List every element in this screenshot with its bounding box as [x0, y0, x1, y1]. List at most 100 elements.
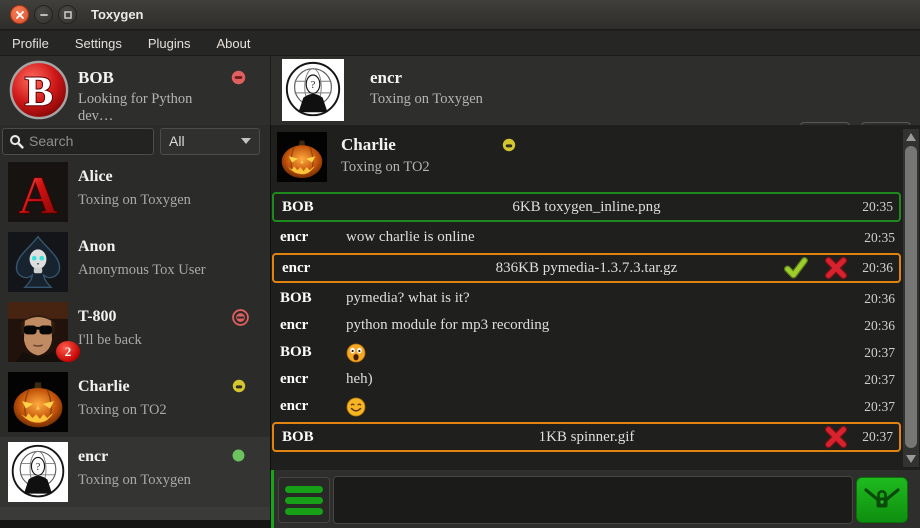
hamburger-icon: [285, 497, 323, 504]
charlie-avatar: [277, 132, 327, 182]
message-text: pymedia? what is it?: [346, 290, 864, 307]
composer-bar: [271, 470, 920, 528]
smiling-emoji-icon: [346, 397, 366, 417]
contact-name: encr: [78, 448, 108, 466]
message-input[interactable]: [333, 476, 853, 524]
message-row: encr 20:37: [272, 393, 901, 420]
message-sender: BOB: [282, 199, 348, 216]
message-time: 20:35: [864, 230, 895, 246]
contact-status-message: Toxing on Toxygen: [78, 472, 191, 489]
message-time: 20:35: [862, 199, 893, 215]
close-button[interactable]: [10, 5, 29, 24]
close-icon: [15, 10, 25, 20]
encr-avatar: ?: [8, 442, 68, 502]
message-text: heh): [346, 371, 864, 388]
contact-status-message: I'll be back: [78, 332, 142, 349]
svg-text:A: A: [18, 166, 57, 222]
send-button[interactable]: [856, 477, 908, 523]
message-sender: encr: [280, 371, 346, 388]
contact-name: T-800: [78, 308, 117, 326]
contact-filter-value: All: [169, 133, 185, 149]
menu-profile[interactable]: Profile: [12, 36, 49, 51]
sidebar-footer-gap: [0, 520, 270, 528]
scrollbar-thumb[interactable]: [905, 146, 917, 448]
hamburger-icon: [285, 508, 323, 515]
contact-name: Charlie: [78, 378, 130, 396]
sidebar-footer-strip: [0, 507, 270, 520]
contact-row-alice[interactable]: A Alice Toxing on Toxygen: [0, 157, 270, 227]
scroll-up-arrow-icon[interactable]: [906, 133, 916, 141]
maximize-button[interactable]: [58, 5, 77, 24]
message-sender: encr: [280, 229, 346, 246]
header: B BOB Looking for Python dev… ? encr Tox…: [0, 56, 920, 125]
chevron-down-icon: [241, 138, 251, 144]
search-input[interactable]: [29, 133, 144, 149]
banner-contact-name: Charlie: [341, 135, 396, 155]
toxygen-window: Toxygen Profile Settings Plugins About B…: [0, 0, 920, 528]
peer-status-message: Toxing on Toxygen: [370, 91, 630, 108]
message-time: 20:36: [864, 291, 895, 307]
hamburger-icon: [285, 486, 323, 493]
alice-avatar: A: [8, 162, 68, 222]
contact-list: A Alice Toxing on Toxygen Anon Anonymous…: [0, 157, 270, 507]
titlebar: Toxygen: [0, 0, 920, 30]
contact-status-message: Toxing on Toxygen: [78, 192, 191, 209]
contact-status-message: Anonymous Tox User: [78, 262, 206, 279]
splitter-handle[interactable]: [271, 470, 274, 528]
contact-filter-dropdown[interactable]: All: [160, 128, 260, 155]
busy-status-icon: [232, 309, 249, 326]
menu-about[interactable]: About: [216, 36, 250, 51]
message-sender: encr: [280, 317, 346, 334]
busy-status-icon: [231, 70, 246, 85]
file-transfer-row: encr 836KB pymedia-1.3.7.3.tar.gz 20:36: [272, 253, 901, 283]
message-text: [346, 397, 864, 417]
banner-status-message: Toxing on TO2: [341, 159, 516, 176]
minimize-button[interactable]: [34, 5, 53, 24]
svg-text:?: ?: [36, 462, 41, 473]
chat-menu-button[interactable]: [278, 477, 330, 523]
message-row: encr heh) 20:37: [272, 366, 901, 393]
message-row: encr python module for mp3 recording 20:…: [272, 312, 901, 339]
unread-count-badge: 2: [56, 341, 80, 362]
peer-name: encr: [370, 68, 630, 88]
peer-avatar[interactable]: ?: [282, 59, 344, 121]
accept-transfer-button[interactable]: [782, 256, 810, 280]
chat-scrollbar[interactable]: [903, 129, 919, 467]
contact-row-charlie[interactable]: Charlie Toxing on TO2: [0, 367, 270, 437]
contact-row-encr[interactable]: ? encr Toxing on Toxygen: [0, 437, 270, 507]
cancel-transfer-button[interactable]: [824, 425, 848, 449]
scroll-down-arrow-icon[interactable]: [906, 455, 916, 463]
contact-name: Alice: [78, 168, 113, 186]
contact-row-anon[interactable]: Anon Anonymous Tox User: [0, 227, 270, 297]
message-sender: BOB: [280, 290, 346, 307]
self-avatar[interactable]: B: [8, 59, 70, 121]
window-title: Toxygen: [91, 7, 144, 22]
contact-status-message: Toxing on TO2: [78, 402, 167, 419]
search-row: All: [0, 125, 270, 157]
message-row: BOB 20:37: [272, 339, 901, 366]
message-time: 20:37: [864, 399, 895, 415]
contact-name: Anon: [78, 238, 115, 256]
message-sender: BOB: [280, 344, 346, 361]
menubar: Profile Settings Plugins About: [0, 31, 920, 56]
shocked-emoji-icon: [346, 343, 366, 363]
self-status-message: Looking for Python dev…: [78, 91, 228, 125]
chat-area: Charlie Toxing on TO2 BOB 6KB toxygen_in…: [271, 125, 920, 470]
svg-text:B: B: [25, 69, 53, 116]
cancel-transfer-button[interactable]: [824, 256, 848, 280]
menu-plugins[interactable]: Plugins: [148, 36, 191, 51]
message-time: 20:36: [864, 318, 895, 334]
message-text: python module for mp3 recording: [346, 317, 864, 334]
message-sender: BOB: [282, 429, 348, 446]
message-row: BOB pymedia? what is it? 20:36: [272, 285, 901, 312]
file-transfer-row: BOB 6KB toxygen_inline.png 20:35: [272, 192, 901, 222]
menu-settings[interactable]: Settings: [75, 36, 122, 51]
away-status-icon: [232, 379, 246, 393]
encrypted-send-icon: [862, 484, 902, 516]
search-box[interactable]: [2, 128, 154, 155]
contact-row-t800[interactable]: T-800 I'll be back 2: [0, 297, 270, 367]
file-transfer-label: 6KB toxygen_inline.png: [274, 199, 899, 216]
message-row: encr wow charlie is online 20:35: [272, 224, 901, 251]
file-transfer-row: BOB 1KB spinner.gif 20:37: [272, 422, 901, 452]
message-time: 20:37: [862, 429, 893, 445]
